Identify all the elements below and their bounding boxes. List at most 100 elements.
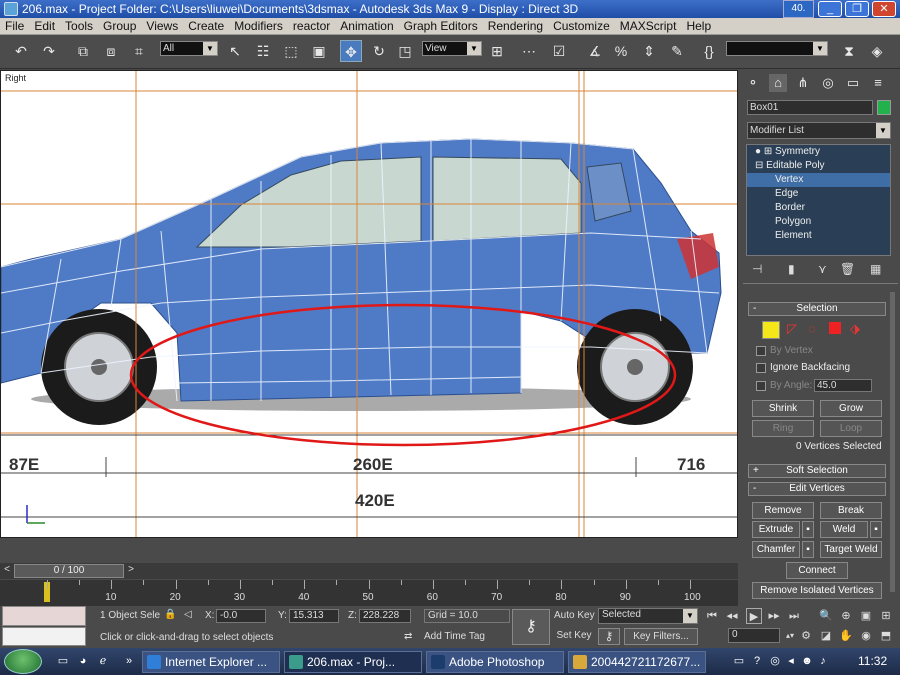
- viewport-right[interactable]: Right 87E 260E 716 420E: [0, 70, 738, 538]
- border-subobject-icon[interactable]: ◌: [808, 321, 816, 336]
- grow-button[interactable]: Grow: [820, 400, 882, 417]
- pin-stack-icon[interactable]: ⊣: [752, 262, 762, 276]
- shrink-button[interactable]: Shrink: [752, 400, 814, 417]
- by-vertex-checkbox[interactable]: [756, 346, 766, 356]
- redo-icon[interactable]: ↷: [38, 40, 60, 62]
- zoom-icon[interactable]: 🔍: [818, 608, 834, 624]
- lightbulb-icon[interactable]: ●: [755, 146, 761, 157]
- element-subobject-icon[interactable]: ⬗: [850, 321, 860, 337]
- rollout-edit-vertices-header[interactable]: - Edit Vertices: [748, 482, 886, 496]
- previous-frame-icon[interactable]: ◂◂: [724, 608, 740, 624]
- frame-spinner-icon[interactable]: ▴▾: [782, 628, 798, 644]
- create-tab-icon[interactable]: ⚬: [744, 74, 762, 92]
- select-and-scale-icon[interactable]: ◳: [394, 40, 416, 62]
- named-selection-sets-dropdown[interactable]: ▼: [726, 41, 828, 56]
- minimize-button[interactable]: _: [818, 1, 842, 17]
- spinner-snap-icon[interactable]: ⇕: [638, 40, 660, 62]
- menu-animation[interactable]: Animation: [335, 19, 398, 33]
- tray-help-icon[interactable]: ?: [750, 654, 764, 668]
- default-in-out-tangent-icon[interactable]: ⚷: [512, 609, 550, 645]
- select-and-link-icon[interactable]: ⧉: [72, 40, 94, 62]
- quicklaunch-app-icon[interactable]: ◕: [76, 654, 90, 668]
- field-of-view-icon[interactable]: ◪: [818, 628, 834, 644]
- chamfer-button[interactable]: Chamfer: [752, 541, 800, 558]
- utilities-tab-icon[interactable]: ≡: [869, 74, 887, 92]
- time-tag-icon[interactable]: ⇄: [404, 631, 412, 642]
- select-object-icon[interactable]: ↖: [224, 40, 246, 62]
- stack-item-polygon[interactable]: Polygon: [747, 215, 890, 229]
- stack-item-edge[interactable]: Edge: [747, 187, 890, 201]
- tray-volume-icon[interactable]: ♪: [816, 654, 830, 668]
- edit-named-selection-icon[interactable]: {}: [698, 40, 720, 62]
- stack-item-element[interactable]: Element: [747, 229, 890, 243]
- rectangular-selection-icon[interactable]: ⬚: [280, 40, 302, 62]
- weld-button[interactable]: Weld: [820, 521, 868, 538]
- remove-modifier-icon[interactable]: 🗑: [840, 262, 855, 276]
- menu-help[interactable]: Help: [681, 19, 716, 33]
- edge-subobject-icon[interactable]: ◸: [787, 321, 797, 337]
- tray-monitor-icon[interactable]: ▭: [732, 654, 746, 668]
- display-tab-icon[interactable]: ▭: [844, 74, 862, 92]
- ignore-backfacing-checkbox[interactable]: [756, 363, 766, 373]
- viewport-label[interactable]: Right: [5, 73, 26, 83]
- ring-button[interactable]: Ring: [752, 420, 814, 437]
- by-angle-checkbox[interactable]: [756, 381, 766, 391]
- select-and-move-icon[interactable]: ✥: [340, 40, 362, 62]
- object-color-swatch[interactable]: [877, 100, 891, 115]
- show-desktop-icon[interactable]: ▭: [56, 654, 70, 668]
- menu-customize[interactable]: Customize: [548, 19, 615, 33]
- maximize-viewport-icon[interactable]: ⬒: [878, 628, 894, 644]
- undo-icon[interactable]: ↶: [10, 40, 32, 62]
- align-icon[interactable]: ◈: [866, 40, 888, 62]
- named-selection-icon[interactable]: ✎: [666, 40, 688, 62]
- menu-graph-editors[interactable]: Graph Editors: [399, 19, 483, 33]
- add-time-tag-button[interactable]: Add Time Tag: [424, 629, 510, 646]
- maxscript-listener-pink[interactable]: [2, 606, 86, 626]
- next-frame-icon[interactable]: >: [124, 564, 138, 578]
- task-image-file[interactable]: 200442721172677...: [568, 651, 706, 673]
- connect-button[interactable]: Connect: [786, 562, 848, 579]
- arc-rotate-icon[interactable]: ◉: [858, 628, 874, 644]
- current-frame-field[interactable]: 0: [728, 628, 780, 643]
- next-frame-icon[interactable]: ▸▸: [766, 608, 782, 624]
- bind-to-spacewarp-icon[interactable]: ⌗: [128, 40, 150, 62]
- menu-views[interactable]: Views: [141, 19, 183, 33]
- menu-create[interactable]: Create: [183, 19, 229, 33]
- panel-scrollbar[interactable]: [890, 292, 895, 592]
- remove-isolated-vertices-button[interactable]: Remove Isolated Vertices: [752, 582, 882, 599]
- extrude-settings-icon[interactable]: ▪: [802, 521, 814, 538]
- select-by-name-icon[interactable]: ☷: [252, 40, 274, 62]
- z-coordinate-field[interactable]: 228.228: [359, 609, 411, 623]
- angle-snap-icon[interactable]: ∡: [584, 40, 606, 62]
- stack-item-editable-poly[interactable]: ⊟ Editable Poly: [747, 159, 890, 173]
- pan-icon[interactable]: ✋: [838, 628, 854, 644]
- show-end-result-icon[interactable]: ▮: [788, 262, 795, 276]
- time-slider[interactable]: < 0 / 100 >: [0, 563, 738, 579]
- key-mode-dropdown[interactable]: Selected ▼: [598, 608, 698, 624]
- tray-qq-icon[interactable]: ☻: [800, 654, 814, 668]
- clock[interactable]: 11:32: [858, 654, 887, 668]
- unlink-icon[interactable]: ⧈: [100, 40, 122, 62]
- time-configuration-icon[interactable]: ⚙: [798, 628, 814, 644]
- tray-network-icon[interactable]: ◎: [768, 654, 782, 668]
- menu-edit[interactable]: Edit: [29, 19, 60, 33]
- polygon-subobject-icon[interactable]: [829, 322, 841, 334]
- go-to-start-icon[interactable]: ⏮: [704, 608, 720, 624]
- task-3dsmax[interactable]: 206.max - Proj...: [284, 651, 422, 673]
- selection-filter-dropdown[interactable]: All ▼: [160, 41, 218, 56]
- task-photoshop[interactable]: Adobe Photoshop: [426, 651, 564, 673]
- pivot-center-icon[interactable]: ⊞: [486, 40, 508, 62]
- go-to-end-icon[interactable]: ⏭: [786, 608, 802, 624]
- prev-frame-icon[interactable]: <: [0, 564, 14, 578]
- target-weld-button[interactable]: Target Weld: [820, 541, 882, 558]
- x-coordinate-field[interactable]: -0.0: [216, 609, 266, 623]
- quicklaunch-ie-icon[interactable]: ℯ: [96, 654, 110, 668]
- remove-button[interactable]: Remove: [752, 502, 814, 519]
- key-icon[interactable]: ⚷: [598, 628, 620, 645]
- absolute-mode-icon[interactable]: ◁: [184, 609, 192, 620]
- extrude-button[interactable]: Extrude: [752, 521, 800, 538]
- snap-toggle-icon[interactable]: ☑: [548, 40, 570, 62]
- maximize-button[interactable]: ❐: [845, 1, 869, 17]
- rollout-soft-selection-header[interactable]: + Soft Selection: [748, 464, 886, 478]
- mirror-icon[interactable]: ⧗: [838, 40, 860, 62]
